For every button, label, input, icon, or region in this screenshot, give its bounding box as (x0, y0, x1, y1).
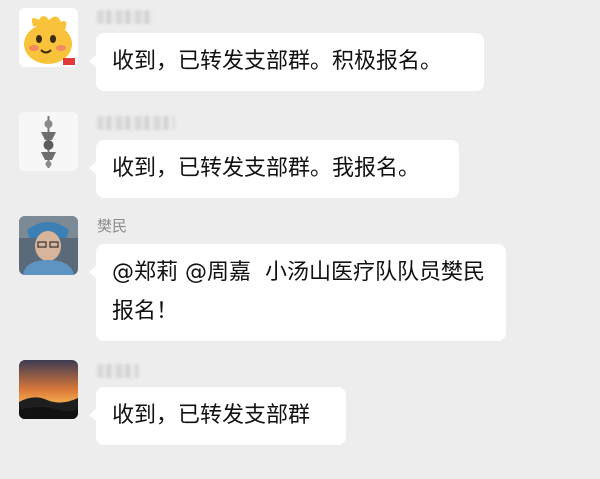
cartoon-face-icon[interactable] (19, 8, 78, 67)
ornament-icon[interactable] (19, 112, 78, 171)
message-bubble[interactable]: 收到，已转发支部群。我报名。 (89, 140, 459, 198)
sender-name-blurred (97, 116, 175, 130)
sender-name-blurred (97, 10, 153, 24)
message-bubble[interactable]: 收到，已转发支部群 (89, 387, 346, 445)
sunset-photo[interactable] (19, 360, 78, 419)
sender-name: 樊民 (97, 217, 128, 235)
sender-name-blurred (97, 364, 139, 378)
message-bubble[interactable]: @郑莉 @周嘉 小汤山医疗队队员樊民报名！ (89, 244, 506, 341)
message-bubble[interactable]: 收到，已转发支部群。积极报名。 (89, 33, 484, 91)
doctor-photo[interactable] (19, 216, 78, 275)
